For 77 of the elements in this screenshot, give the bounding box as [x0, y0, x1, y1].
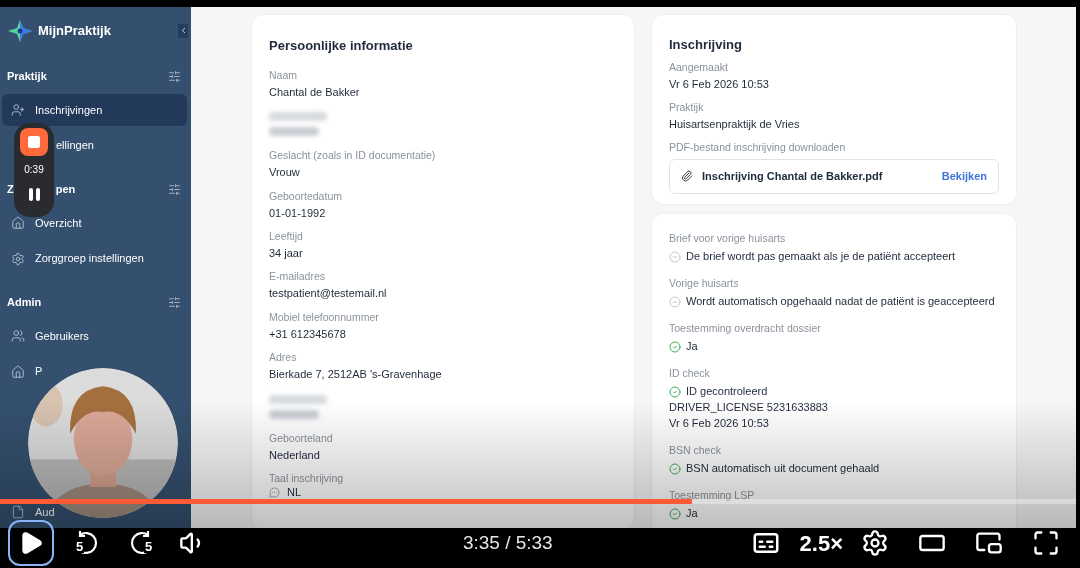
status-text: Wordt automatisch opgehaald nadat de patiënt is geaccepteerd	[686, 294, 995, 310]
speed-button[interactable]: 2.5×	[799, 523, 843, 563]
field-label: Naam	[269, 67, 298, 82]
time-display: 3:35 / 5:33	[462, 530, 553, 555]
field-label: BSN check	[669, 442, 722, 457]
field-label: E-mailadres	[269, 269, 327, 284]
file-name: Inschrijving Chantal de Bakker.pdf	[702, 168, 883, 184]
sidebar-item[interactable]: Inschrijvingen	[2, 94, 187, 126]
filter-icon[interactable]	[168, 69, 181, 83]
field-label: Toestemming overdracht dossier	[669, 320, 822, 335]
field-label: Adres	[269, 350, 298, 365]
sidebar-item[interactable]: ellingen	[56, 138, 96, 153]
status-text: BSN automatisch uit document gehaald	[686, 461, 880, 477]
field-label: Toestemming LSP	[669, 487, 756, 502]
field-label: ID check	[669, 365, 711, 380]
settings-icon	[11, 251, 25, 266]
stop-button[interactable]	[20, 128, 48, 156]
status-text: ID gecontroleerd	[686, 384, 768, 400]
paperclip-icon	[681, 170, 693, 182]
field-label: Vorige huisarts	[669, 275, 740, 290]
status-text: DRIVER_LICENSE 5231633883	[669, 400, 828, 416]
section-title: Admin	[7, 294, 42, 310]
field-value: 01-01-1992	[269, 205, 327, 221]
status-text: Vr 6 Feb 2026 10:53	[669, 416, 769, 432]
users-icon	[11, 329, 25, 343]
brand-name: MijnPraktijk	[38, 21, 111, 40]
collapse-button[interactable]	[178, 23, 188, 38]
field-label: Geboortedatum	[269, 188, 343, 203]
status-text: Ja	[686, 339, 698, 355]
filter-icon[interactable]	[168, 295, 181, 309]
redacted-field	[269, 394, 329, 419]
play-button[interactable]	[8, 520, 54, 566]
field-value: Huisartsenpraktijk de Vries	[669, 116, 801, 132]
sidebar-item[interactable]: Gebruikers	[2, 329, 91, 343]
section-title: Praktijk	[7, 68, 47, 84]
field-label: Taal inschrijving	[269, 471, 345, 486]
view-link[interactable]: Bekijken	[941, 167, 987, 185]
sidebar-item[interactable]: Aud	[2, 505, 57, 519]
rewind-button[interactable]: 5	[66, 523, 106, 563]
home-icon	[11, 216, 25, 230]
field-label: Aangemaakt	[669, 59, 729, 74]
field-label: Geboorteland	[269, 431, 334, 445]
field-value: testpatient@testemail.nl	[269, 286, 388, 302]
field-value: Nederland	[269, 448, 321, 463]
filter-icon[interactable]	[168, 182, 181, 196]
field-value: Chantal de Bakker	[269, 84, 361, 100]
user-plus-icon	[11, 103, 25, 117]
logo-icon	[8, 19, 32, 42]
home-icon	[11, 364, 25, 379]
recording-time: 0:39	[24, 163, 44, 177]
field-value: NL	[287, 486, 302, 499]
field-value: Vrouw	[269, 165, 301, 181]
redacted-field	[269, 111, 329, 136]
sidebar-item[interactable]: Zorggroep instellingen	[2, 251, 146, 266]
settings-icon	[861, 529, 889, 557]
forward-button[interactable]: 5	[122, 523, 162, 563]
field-label: Brief voor vorige huisarts	[669, 230, 787, 245]
section-title: Z	[7, 181, 14, 197]
field-value: Vr 6 Feb 2026 10:53	[669, 76, 770, 92]
status-text: Ja	[686, 506, 698, 522]
card-title: Persoonlijke informatie	[269, 37, 414, 55]
section-title: pen	[55, 181, 76, 197]
file-icon	[11, 505, 25, 519]
field-value: 34 jaar	[269, 246, 304, 262]
field-value: +31 612345678	[269, 326, 347, 342]
field-label: Geslacht (zoals in ID documentatie)	[269, 148, 437, 163]
sidebar-item[interactable]: P	[2, 364, 45, 379]
field-label: Leeftijd	[269, 229, 304, 244]
status-text: De brief wordt pas gemaakt als je de patiënt accepteert	[686, 249, 956, 265]
sidebar-item[interactable]: Overzicht	[2, 216, 84, 230]
field-value: Bierkade 7, 2512AB 's-Gravenhage	[269, 367, 443, 383]
fullscreen-icon	[1032, 529, 1060, 557]
field-label: Mobiel telefoonnummer	[269, 309, 380, 324]
card-title: Inschrijving	[669, 36, 743, 54]
field-label: PDF-bestand inschrijving downloaden	[669, 139, 847, 154]
field-label: Praktijk	[669, 99, 705, 114]
chat-icon	[269, 486, 280, 498]
